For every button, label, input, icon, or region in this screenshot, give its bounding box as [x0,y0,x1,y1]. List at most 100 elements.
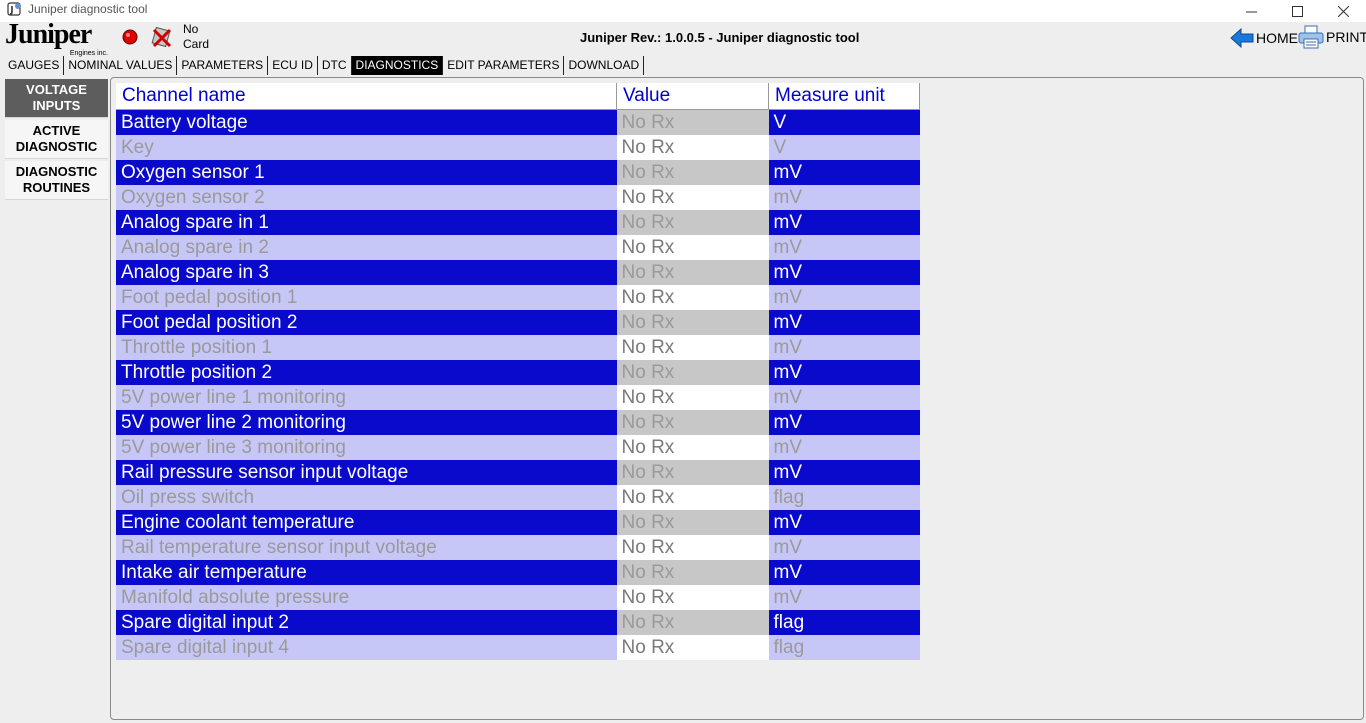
value-cell: No Rx [616,109,769,135]
table-row[interactable]: Manifold absolute pressure No Rx mV [116,585,920,610]
column-header-measure-unit[interactable]: Measure unit [768,83,920,110]
table-row[interactable]: Key No Rx V [116,135,920,160]
home-button[interactable]: HOME [1230,27,1298,49]
print-button[interactable]: PRINT [1298,25,1366,49]
close-button[interactable] [1320,0,1366,22]
unit-cell: mV [768,335,920,360]
window-title: Juniper diagnostic tool [28,2,148,16]
card-status-line1: No [183,22,199,36]
unit-cell: mV [768,285,920,310]
value-cell: No Rx [616,485,769,510]
tab-parameters[interactable]: PARAMETERS [177,56,269,75]
app-title: Juniper Rev.: 1.0.0.5 - Juniper diagnost… [580,30,860,45]
column-header-channel-name[interactable]: Channel name [116,83,617,110]
tab-edit-parameters[interactable]: EDIT PARAMETERS [443,56,565,75]
side-item-label: ROUTINES [22,180,91,195]
side-item-active-diagnostic[interactable]: ACTIVE DIAGNOSTIC [5,120,108,159]
tab-dtc[interactable]: DTC [318,56,352,75]
value-cell: No Rx [616,635,769,660]
table-row[interactable]: Oil press switch No Rx flag [116,485,920,510]
side-item-label: VOLTAGE [26,82,87,97]
unit-cell: flag [768,635,920,660]
side-item-voltage-inputs[interactable]: VOLTAGE INPUTS [5,79,108,118]
unit-cell: mV [768,435,920,460]
table-row[interactable]: Rail temperature sensor input voltage No … [116,535,920,560]
app-icon [7,1,23,17]
table-row[interactable]: Foot pedal position 2 No Rx mV [116,310,920,335]
side-item-diagnostic-routines[interactable]: DIAGNOSTIC ROUTINES [5,161,108,200]
value-cell: No Rx [616,160,769,185]
unit-cell: mV [768,260,920,285]
value-cell: No Rx [616,460,769,485]
table-row[interactable]: Foot pedal position 1 No Rx mV [116,285,920,310]
tab-nominal-values[interactable]: NOMINAL VALUES [64,56,178,75]
value-cell: No Rx [616,435,769,460]
minimize-icon [1245,11,1257,12]
table-row[interactable]: Analog spare in 2 No Rx mV [116,235,920,260]
value-cell: No Rx [616,585,769,610]
channel-name-cell: Throttle position 2 [116,360,617,385]
channel-name-cell: 5V power line 3 monitoring [116,435,617,460]
table-row[interactable]: Analog spare in 3 No Rx mV [116,260,920,285]
minimize-button[interactable] [1228,0,1274,22]
table-row[interactable]: Rail pressure sensor input voltage No Rx m… [116,460,920,485]
value-cell: No Rx [616,135,769,160]
value-cell: No Rx [616,235,769,260]
channel-name-cell: 5V power line 2 monitoring [116,410,617,435]
table-row[interactable]: Battery voltage No Rx V [116,109,920,135]
unit-cell: mV [768,210,920,235]
table-row[interactable]: Oxygen sensor 2 No Rx mV [116,185,920,210]
tab-ecu-id[interactable]: ECU ID [268,56,318,75]
table-row[interactable]: Intake air temperature No Rx mV [116,560,920,585]
table-row[interactable]: Engine coolant temperature No Rx mV [116,510,920,535]
table-row[interactable]: Spare digital input 2 No Rx flag [116,610,920,635]
unit-cell: mV [768,160,920,185]
value-cell: No Rx [616,360,769,385]
value-cell: No Rx [616,260,769,285]
tab-gauges[interactable]: GAUGES [4,56,65,75]
home-arrow-icon [1230,28,1254,48]
side-item-label: DIAGNOSTIC [15,139,98,154]
channel-name-cell: Engine coolant temperature [116,510,617,535]
value-cell: No Rx [616,310,769,335]
channel-name-cell: Rail pressure sensor input voltage [116,460,617,485]
print-label: PRINT [1326,29,1366,45]
channel-name-cell: Oil press switch [116,485,617,510]
value-cell: No Rx [616,610,769,635]
juniper-logo: Juniper Engines inc. [5,21,110,58]
table-row[interactable]: 5V power line 1 monitoring No Rx mV [116,385,920,410]
channel-name-cell: Key [116,135,617,160]
table-row[interactable]: Analog spare in 1 No Rx mV [116,210,920,235]
tab-download[interactable]: DOWNLOAD [564,56,645,75]
channel-name-cell: Analog spare in 3 [116,260,617,285]
unit-cell: mV [768,310,920,335]
main-tabs: GAUGES NOMINAL VALUES PARAMETERS ECU ID … [4,56,645,76]
table-row[interactable]: 5V power line 2 monitoring No Rx mV [116,410,920,435]
record-icon[interactable] [122,29,138,45]
channel-name-cell: Intake air temperature [116,560,617,585]
value-cell: No Rx [616,285,769,310]
card-status-line2: Card [183,37,210,51]
table-row[interactable]: Throttle position 2 No Rx mV [116,360,920,385]
table-row[interactable]: Throttle position 1 No Rx mV [116,335,920,360]
value-cell: No Rx [616,385,769,410]
table-row[interactable]: Oxygen sensor 1 No Rx mV [116,160,920,185]
value-cell: No Rx [616,185,769,210]
unit-cell: V [768,135,920,160]
maximize-button[interactable] [1274,0,1320,22]
printer-icon [1298,25,1324,49]
channel-name-cell: Manifold absolute pressure [116,585,617,610]
value-cell: No Rx [616,510,769,535]
table-row[interactable]: Spare digital input 4 No Rx flag [116,635,920,660]
tab-diagnostics[interactable]: DIAGNOSTICS [351,56,444,75]
unit-cell: mV [768,535,920,560]
channel-name-cell: Oxygen sensor 1 [116,160,617,185]
table-row[interactable]: 5V power line 3 monitoring No Rx mV [116,435,920,460]
close-icon [1337,5,1349,17]
unit-cell: V [768,109,920,135]
unit-cell: flag [768,485,920,510]
column-header-value[interactable]: Value [616,83,769,110]
channel-name-cell: Foot pedal position 1 [116,285,617,310]
home-label: HOME [1256,30,1298,46]
unit-cell: mV [768,510,920,535]
